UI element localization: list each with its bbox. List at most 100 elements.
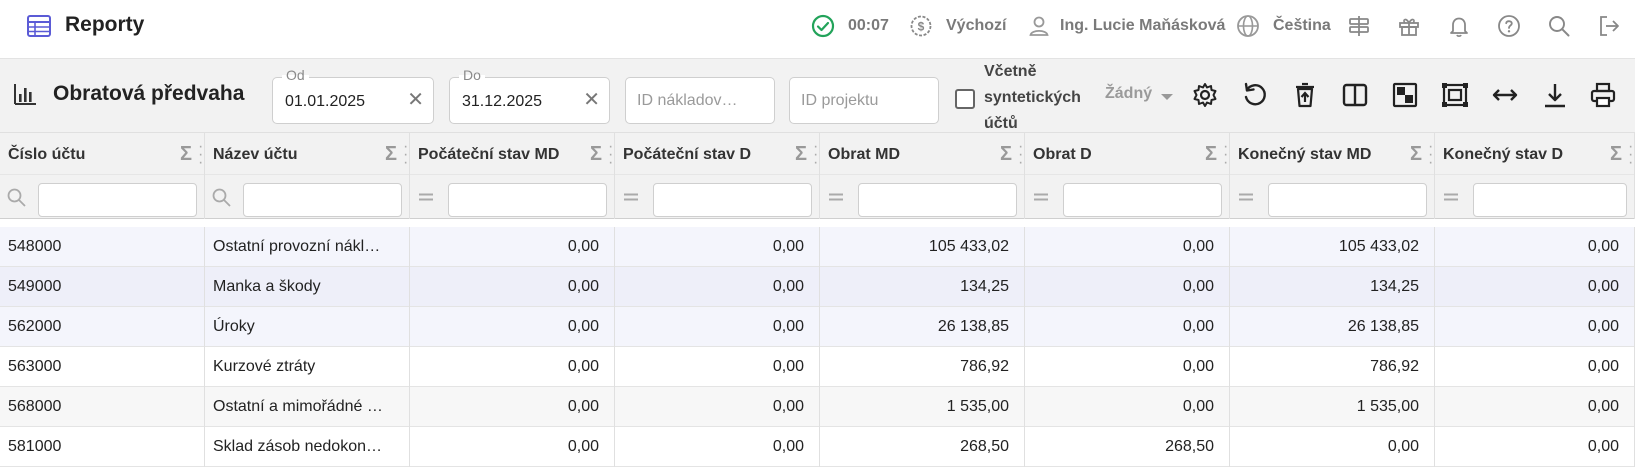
logout-icon[interactable]: [1597, 14, 1621, 38]
column-menu-icon[interactable]: · · ·: [1428, 139, 1433, 171]
user-icon[interactable]: [1027, 14, 1051, 38]
table-cell[interactable]: 786,92: [820, 347, 1025, 387]
bell-icon[interactable]: [1447, 14, 1471, 38]
equals-filter-icon[interactable]: [1441, 187, 1461, 207]
table-cell[interactable]: 0,00: [1025, 267, 1230, 307]
table-cell[interactable]: 0,00: [1025, 227, 1230, 267]
table-cell[interactable]: Sklad zásob nedokon…: [205, 427, 410, 467]
table-icon[interactable]: [27, 15, 51, 37]
aggregate-sigma-icon[interactable]: Σ: [1000, 143, 1012, 166]
table-cell[interactable]: Ostatní a mimořádné …: [205, 387, 410, 427]
globe-icon[interactable]: [1236, 14, 1260, 38]
column-menu-icon[interactable]: · · ·: [1223, 139, 1228, 171]
search-filter-icon[interactable]: [6, 187, 26, 207]
table-cell[interactable]: Kurzové ztráty: [205, 347, 410, 387]
aggregate-sigma-icon[interactable]: Σ: [1410, 143, 1422, 166]
download-icon[interactable]: [1541, 81, 1569, 109]
table-cell[interactable]: 0,00: [1025, 307, 1230, 347]
table-cell[interactable]: 0,00: [410, 307, 615, 347]
equals-filter-icon[interactable]: [826, 187, 846, 207]
equals-filter-icon[interactable]: [621, 187, 641, 207]
table-cell[interactable]: 0,00: [1435, 427, 1635, 467]
equals-filter-icon[interactable]: [1031, 187, 1051, 207]
table-cell[interactable]: 1 535,00: [820, 387, 1025, 427]
table-cell[interactable]: 268,50: [820, 427, 1025, 467]
table-cell[interactable]: 0,00: [615, 267, 820, 307]
equals-filter-icon[interactable]: [416, 187, 436, 207]
date-to-field[interactable]: Do 31.12.2025 ✕: [449, 67, 610, 124]
print-icon[interactable]: [1589, 81, 1617, 109]
column-menu-icon[interactable]: · · ·: [1018, 139, 1023, 171]
aggregate-sigma-icon[interactable]: Σ: [1205, 143, 1217, 166]
user-name[interactable]: Ing. Lucie Maňásková: [1060, 17, 1225, 35]
column-filter-input[interactable]: [858, 183, 1017, 217]
table-cell[interactable]: 581000: [0, 427, 205, 467]
fit-screen-icon[interactable]: [1441, 81, 1469, 109]
table-cell[interactable]: 548000: [0, 227, 205, 267]
table-row[interactable]: 548000 Ostatní provozní nákl… 0,00 0,00 105 …: [0, 227, 1635, 267]
table-cell[interactable]: 0,00: [1435, 227, 1635, 267]
column-filter-input[interactable]: [38, 183, 197, 217]
layout-icon[interactable]: [1391, 81, 1419, 109]
column-header[interactable]: Obrat D Σ · · ·: [1025, 133, 1230, 176]
currency-gear-icon[interactable]: $: [909, 14, 933, 38]
table-cell[interactable]: 0,00: [1025, 387, 1230, 427]
search-icon[interactable]: [1547, 14, 1571, 38]
column-filter-input[interactable]: [448, 183, 607, 217]
help-icon[interactable]: [1497, 14, 1521, 38]
table-cell[interactable]: 0,00: [615, 227, 820, 267]
table-cell[interactable]: 0,00: [410, 347, 615, 387]
clear-date-to-icon[interactable]: ✕: [583, 90, 600, 110]
table-row[interactable]: 562000 Úroky 0,00 0,00 26 138,85 0,00 26 138,8…: [0, 307, 1635, 347]
column-filter-input[interactable]: [1473, 183, 1627, 217]
gift-icon[interactable]: [1397, 14, 1421, 38]
table-cell[interactable]: Úroky: [205, 307, 410, 347]
table-cell[interactable]: 0,00: [615, 347, 820, 387]
column-header[interactable]: Název účtu Σ · · ·: [205, 133, 410, 176]
table-row[interactable]: 563000 Kurzové ztráty 0,00 0,00 786,92 0,00 78…: [0, 347, 1635, 387]
table-cell[interactable]: 0,00: [1230, 427, 1435, 467]
table-cell[interactable]: 0,00: [1025, 347, 1230, 387]
table-cell[interactable]: 105 433,02: [820, 227, 1025, 267]
date-from-field[interactable]: Od 01.01.2025 ✕: [272, 67, 434, 124]
date-to-value[interactable]: 31.12.2025: [462, 93, 542, 111]
chevron-down-icon[interactable]: [1161, 94, 1173, 100]
table-cell[interactable]: 0,00: [1435, 347, 1635, 387]
include-synthetic-checkbox[interactable]: [955, 89, 975, 109]
table-cell[interactable]: 134,25: [820, 267, 1025, 307]
column-filter-input[interactable]: [653, 183, 812, 217]
table-cell[interactable]: 568000: [0, 387, 205, 427]
table-cell[interactable]: 105 433,02: [1230, 227, 1435, 267]
table-cell[interactable]: 1 535,00: [1230, 387, 1435, 427]
table-cell[interactable]: 549000: [0, 267, 205, 307]
table-cell[interactable]: 563000: [0, 347, 205, 387]
column-filter-input[interactable]: [243, 183, 402, 217]
settings-icon[interactable]: [1191, 81, 1219, 109]
table-cell[interactable]: Manka a škody: [205, 267, 410, 307]
table-cell[interactable]: 26 138,85: [1230, 307, 1435, 347]
aggregate-sigma-icon[interactable]: Σ: [590, 143, 602, 166]
column-menu-icon[interactable]: · · ·: [403, 139, 408, 171]
auto-width-icon[interactable]: [1491, 81, 1519, 109]
signpost-icon[interactable]: [1347, 14, 1371, 38]
column-menu-icon[interactable]: · · ·: [198, 139, 203, 171]
cost-id-input[interactable]: [625, 77, 775, 124]
table-cell[interactable]: 0,00: [410, 267, 615, 307]
table-cell[interactable]: 26 138,85: [820, 307, 1025, 347]
table-cell[interactable]: 0,00: [1435, 307, 1635, 347]
table-cell[interactable]: 0,00: [615, 387, 820, 427]
table-cell[interactable]: 0,00: [1435, 387, 1635, 427]
clear-date-from-icon[interactable]: ✕: [407, 90, 424, 110]
aggregate-sigma-icon[interactable]: Σ: [795, 143, 807, 166]
table-cell[interactable]: 786,92: [1230, 347, 1435, 387]
column-header[interactable]: Konečný stav MD Σ · · ·: [1230, 133, 1435, 176]
column-header[interactable]: Konečný stav D Σ · · ·: [1435, 133, 1635, 176]
table-cell[interactable]: 0,00: [615, 427, 820, 467]
table-cell[interactable]: 0,00: [410, 387, 615, 427]
date-from-value[interactable]: 01.01.2025: [285, 93, 365, 111]
aggregate-sigma-icon[interactable]: Σ: [180, 143, 192, 166]
table-row[interactable]: 581000 Sklad zásob nedokon… 0,00 0,00 268,50…: [0, 427, 1635, 467]
project-id-input[interactable]: [789, 77, 939, 124]
grouping-select[interactable]: Žádný: [1105, 85, 1152, 103]
columns-icon[interactable]: [1341, 81, 1369, 109]
